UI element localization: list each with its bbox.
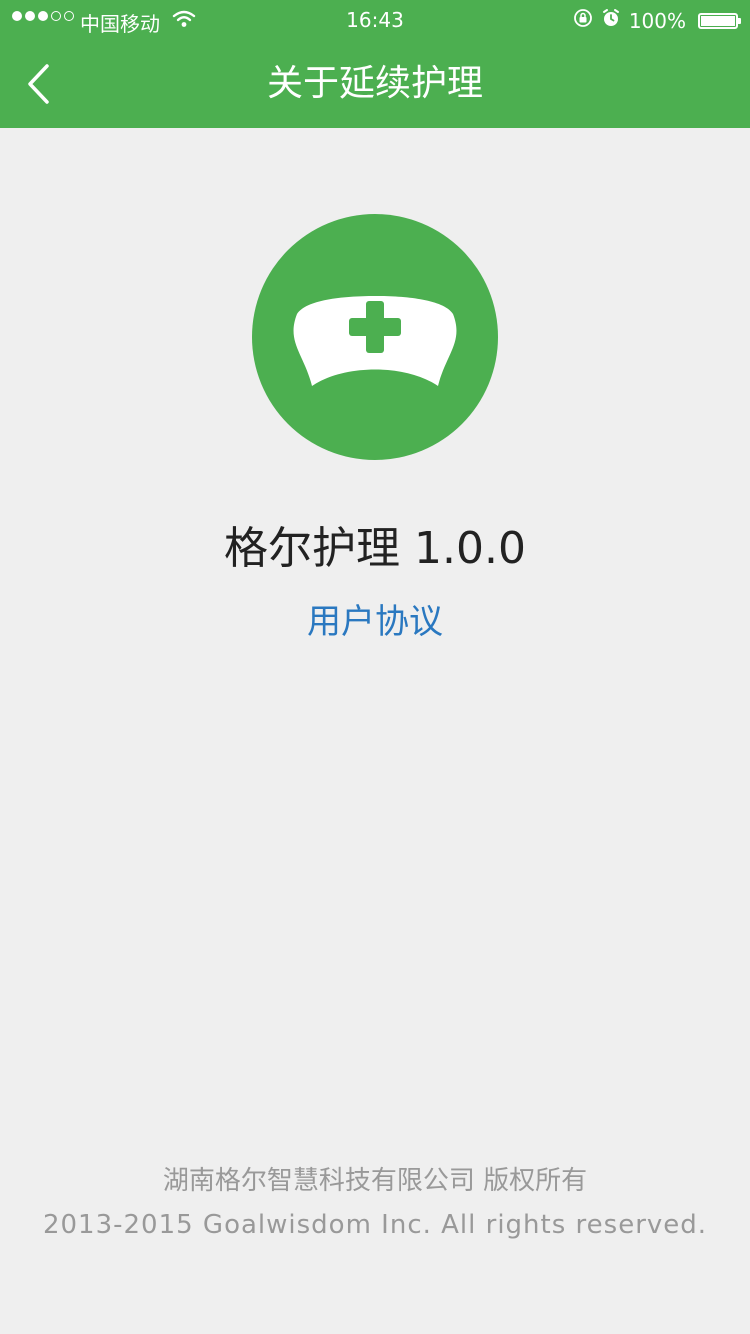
user-agreement-link[interactable]: 用户协议 xyxy=(275,594,475,643)
status-right: 100% xyxy=(573,8,741,33)
battery-fill xyxy=(701,15,735,26)
header: 中国移动 16:43 100% 关于延续护理 xyxy=(0,0,750,128)
app-logo xyxy=(252,214,498,460)
app-name-version: 格尔护理 1.0.0 xyxy=(224,523,526,574)
battery-percent: 100% xyxy=(628,8,686,33)
alarm-icon xyxy=(601,8,621,33)
page-title: 关于延续护理 xyxy=(266,63,483,104)
nurse-cap-icon xyxy=(293,296,457,386)
status-bar: 中国移动 16:43 100% xyxy=(0,0,750,40)
footer-copyright: 2013-2015 Goalwisdom Inc. All rights res… xyxy=(42,1210,708,1240)
footer-company: 湖南格尔智慧科技有限公司 版权所有 xyxy=(162,1166,588,1196)
battery-icon xyxy=(698,12,741,29)
nav-bar: 关于延续护理 xyxy=(0,40,750,128)
rotation-lock-icon xyxy=(573,8,593,33)
